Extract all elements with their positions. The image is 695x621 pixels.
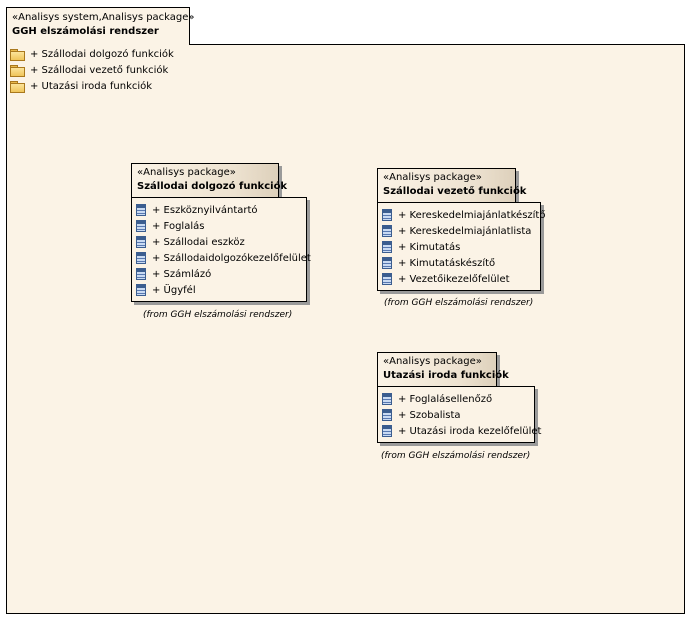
class-icon — [136, 268, 146, 280]
class-item[interactable]: + Számlázó — [136, 267, 211, 281]
class-icon — [382, 257, 392, 269]
package-name: Szállodai dolgozó funkciók — [137, 181, 288, 192]
nested-package-link[interactable]: + Utazási iroda funkciók — [10, 79, 152, 93]
class-icon — [136, 252, 146, 264]
package-tab-utazasi-iroda[interactable]: «Analisys package» Utazási iroda funkció… — [377, 352, 509, 387]
nested-package-label: + Utazási iroda funkciók — [30, 80, 153, 92]
class-icon — [136, 204, 146, 216]
main-package-top-border — [189, 44, 685, 45]
class-label: + Utazási iroda kezelőfelület — [398, 425, 542, 437]
class-icon — [382, 225, 392, 237]
nested-package-label: + Szállodai dolgozó funkciók — [30, 48, 174, 60]
class-label: + Szállodaidolgozókezelőfelület — [152, 252, 311, 264]
package-stereotype: «Analisys package» — [383, 172, 482, 183]
class-item[interactable]: + Foglalás — [136, 219, 204, 233]
package-tab-szallodai-vezeto[interactable]: «Analisys package» Szállodai vezető funk… — [377, 168, 526, 203]
class-icon — [382, 241, 392, 253]
package-origin-note: (from GGH elszámolási rendszer) — [384, 298, 534, 308]
class-item[interactable]: + Kereskedelmiajánlatlista — [382, 224, 531, 238]
main-package-name: GGH elszámolási rendszer — [12, 26, 159, 37]
class-item[interactable]: + Szobalista — [382, 408, 461, 422]
class-label: + Eszköznyilvántartó — [152, 204, 258, 216]
class-label: + Kimutatás — [398, 241, 461, 253]
package-origin-note: (from GGH elszámolási rendszer) — [143, 310, 293, 320]
folder-icon — [10, 64, 25, 77]
class-label: + Kimutatáskészítő — [398, 257, 496, 269]
class-icon — [136, 220, 146, 232]
class-item[interactable]: + Szállodai eszköz — [136, 235, 245, 249]
package-body-szallodai-dolgozo[interactable]: + Eszköznyilvántartó + Foglalás + Szállo… — [131, 197, 311, 302]
folder-icon — [10, 48, 25, 61]
class-item[interactable]: + Kimutatás — [382, 240, 460, 254]
class-icon — [382, 409, 392, 421]
class-item[interactable]: + Vezetőikezelőfelület — [382, 272, 510, 286]
class-label: + Számlázó — [152, 268, 212, 280]
main-package-body[interactable] — [6, 44, 685, 614]
class-item[interactable]: + Kereskedelmiajánlatkészítő — [382, 208, 545, 222]
package-name: Szállodai vezető funkciók — [383, 186, 527, 197]
class-icon — [382, 393, 392, 405]
main-package-stereotype: «Analisys system,Analisys package» — [12, 12, 195, 23]
nested-package-link[interactable]: + Szállodai dolgozó funkciók — [10, 47, 174, 61]
class-icon — [382, 209, 392, 221]
nested-package-link[interactable]: + Szállodai vezető funkciók — [10, 63, 168, 77]
class-item[interactable]: + Szállodaidolgozókezelőfelület — [136, 251, 311, 265]
package-body-utazasi-iroda[interactable]: + Foglaláselle­nőző + Szobalista + Utazá… — [377, 386, 541, 443]
package-stereotype: «Analisys package» — [137, 167, 236, 178]
package-body-szallodai-vezeto[interactable]: + Kereskedelmiajánlatkészítő + Kereskede… — [377, 202, 545, 291]
nested-package-label: + Szállodai vezető funkciók — [30, 64, 169, 76]
class-label: + Foglalás — [152, 220, 205, 232]
class-label: + Ügyfél — [152, 284, 196, 296]
class-item[interactable]: + Eszköznyilvántartó — [136, 203, 258, 217]
class-icon — [382, 425, 392, 437]
package-name: Utazási iroda funkciók — [383, 370, 509, 381]
main-package-tab[interactable]: «Analisys system,Analisys package» GGH e… — [6, 7, 195, 45]
class-label: + Szobalista — [398, 409, 461, 421]
class-label: + Kereskedelmiajánlatlista — [398, 225, 532, 237]
class-item[interactable]: + Ügyfél — [136, 283, 196, 297]
class-label: + Vezetőikezelőfelület — [398, 273, 510, 285]
package-stereotype: «Analisys package» — [383, 356, 482, 367]
package-origin-note: (from GGH elszámolási rendszer) — [381, 451, 531, 461]
class-item[interactable]: + Kimutatáskészítő — [382, 256, 495, 270]
class-item[interactable]: + Utazási iroda kezelőfelület — [382, 424, 541, 438]
package-tab-szallodai-dolgozo[interactable]: «Analisys package» Szállodai dolgozó fun… — [131, 163, 287, 198]
folder-icon — [10, 80, 25, 93]
class-label: + Szállodai eszköz — [152, 236, 245, 248]
class-icon — [136, 236, 146, 248]
class-icon — [382, 273, 392, 285]
class-item[interactable]: + Foglaláselle­nőző — [382, 392, 492, 406]
class-label: + Kereskedelmiajánlatkészítő — [398, 209, 546, 221]
class-label: + Foglaláselle­nőző — [398, 393, 493, 405]
class-icon — [136, 284, 146, 296]
